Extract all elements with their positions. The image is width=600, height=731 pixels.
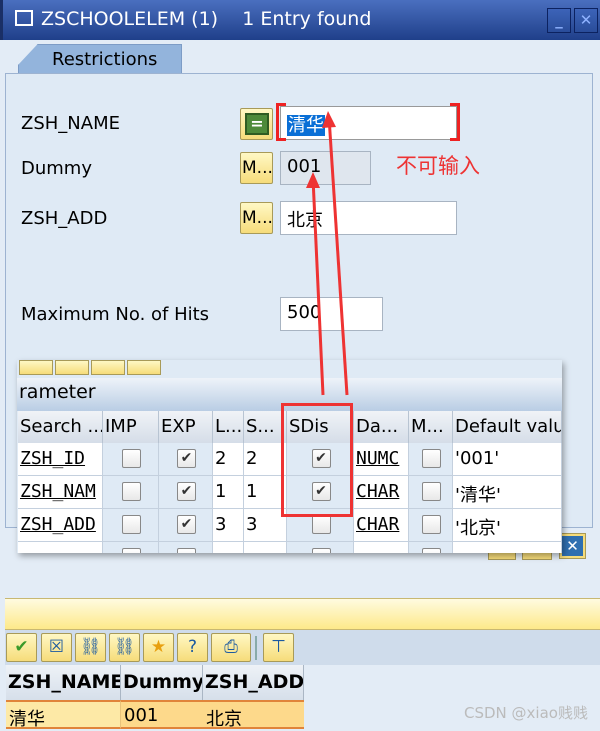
result-column-header[interactable]: ZSH_ADD — [203, 665, 304, 700]
result-cell[interactable]: 001 — [121, 700, 203, 729]
arrow-to-dummy — [311, 177, 325, 396]
find-icon: ⛓ — [79, 637, 102, 657]
watermark: CSDN @xiao贱贱 — [464, 704, 588, 722]
result-column-header[interactable]: ZSH_NAME — [6, 665, 121, 700]
filter-icon: ⊤ — [271, 637, 286, 657]
filter-button[interactable]: ⊤ — [263, 633, 294, 662]
message-bar — [5, 598, 600, 630]
favorite-add-icon: ★ — [150, 637, 167, 657]
favorite-add-button[interactable]: ★ — [143, 633, 174, 662]
find-next-button[interactable]: ⛓ — [109, 633, 140, 662]
cancel-button[interactable]: ☒ — [41, 633, 72, 662]
result-cell[interactable]: 北京 — [203, 700, 304, 730]
result-column-header[interactable]: Dummy — [121, 665, 203, 700]
arrow-to-name — [327, 116, 349, 396]
toolbar-separator — [255, 636, 257, 660]
arrow-head — [322, 111, 336, 128]
arrow-head — [306, 172, 320, 188]
check-icon: ✔ — [14, 637, 29, 657]
help-button[interactable]: ? — [177, 633, 208, 662]
find-button[interactable]: ⛓ — [75, 633, 106, 662]
find-next-icon: ⛓ — [113, 637, 136, 657]
cancel-icon: ☒ — [48, 637, 65, 657]
print-icon: ⎙ — [224, 637, 238, 657]
print-button[interactable]: ⎙ — [211, 633, 251, 662]
help-icon: ? — [187, 637, 198, 657]
result-cell[interactable]: 清华 — [6, 700, 121, 730]
check-button[interactable]: ✔ — [6, 633, 37, 662]
result-toolbar: ✔ ☒ ⛓ ⛓ ★? ⎙ ⊤ — [5, 630, 600, 665]
